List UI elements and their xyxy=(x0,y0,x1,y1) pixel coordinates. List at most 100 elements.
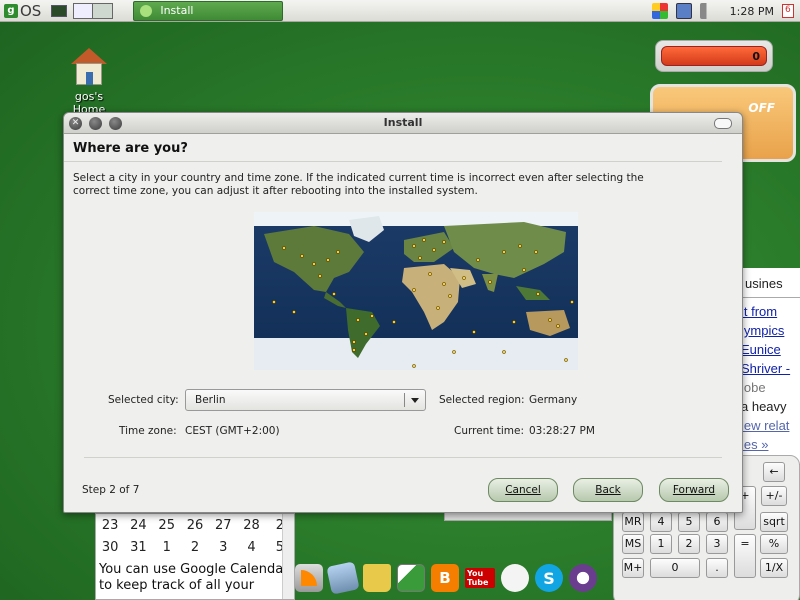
workspace-2[interactable] xyxy=(93,3,113,18)
calendar-day[interactable]: 24 xyxy=(124,518,152,533)
news-headline-line[interactable]: Eunice xyxy=(741,340,800,359)
calendar-day[interactable]: 25 xyxy=(153,518,181,533)
world-map[interactable] xyxy=(254,212,578,370)
calendar-widget: 23 24 25 26 27 28 2 30 31 1 2 3 4 5 You can use Goog… xyxy=(95,513,295,600)
window-title: Install xyxy=(383,116,423,129)
calendar-scrollbar[interactable] xyxy=(282,514,294,599)
notes-icon[interactable] xyxy=(782,4,794,18)
news-headline-line[interactable]: lympics xyxy=(741,321,800,340)
network-icon[interactable] xyxy=(675,3,692,19)
news-headline-line: lobe xyxy=(741,380,766,395)
shop-icon[interactable] xyxy=(363,564,391,592)
calendar-note-line: to keep track of all your xyxy=(99,578,255,593)
home-folder-icon[interactable]: gos's Home xyxy=(58,48,120,116)
calendar-day[interactable]: 27 xyxy=(209,518,237,533)
selected-city-label: Selected city: xyxy=(108,394,179,406)
calculator-key[interactable]: 3 xyxy=(706,534,728,554)
calculator-key[interactable]: 6 xyxy=(706,512,728,532)
forward-button[interactable]: Forward xyxy=(659,478,729,502)
calendar-week-row: 23 24 25 26 27 28 2 xyxy=(96,514,294,536)
g-logo-icon: g xyxy=(4,3,18,18)
volume-muted-icon[interactable] xyxy=(699,3,716,19)
calculator-key[interactable]: 2 xyxy=(678,534,700,554)
calendar-day[interactable]: 28 xyxy=(237,518,265,533)
back-button[interactable]: Back xyxy=(573,478,643,502)
calculator-key[interactable]: ← xyxy=(763,462,785,482)
calculator-key[interactable]: 1/X xyxy=(760,558,788,578)
calculator-key[interactable]: M+ xyxy=(622,558,644,578)
calendar-day[interactable]: 1 xyxy=(153,540,181,555)
selected-region-value: Germany xyxy=(529,394,578,406)
blogger-icon[interactable]: B xyxy=(431,564,459,592)
calculator-key[interactable]: . xyxy=(706,558,728,578)
youtube-label: You Tube xyxy=(465,568,495,588)
calendar-day[interactable]: 3 xyxy=(209,540,237,555)
calculator-key[interactable]: 1 xyxy=(650,534,672,554)
calculator-key[interactable]: sqrt xyxy=(760,512,788,532)
news-widget: usines it from lympics Eunice Shriver - lobe… xyxy=(736,268,800,464)
cancel-button[interactable]: Cancel xyxy=(488,478,558,502)
news-headline-line: a heavy xyxy=(741,399,787,414)
news-headline-line[interactable]: iew relat xyxy=(741,416,800,435)
openoffice-icon[interactable] xyxy=(569,564,597,592)
house-icon xyxy=(69,48,109,88)
calculator-key[interactable]: % xyxy=(760,534,788,554)
taskbar-install-label: Install xyxy=(160,4,194,17)
workspace-switcher[interactable] xyxy=(73,2,114,19)
install-icon xyxy=(140,4,153,17)
calendar-day[interactable]: 31 xyxy=(124,540,152,555)
current-time-value: 03:28:27 PM xyxy=(529,425,595,437)
current-time-label: Current time: xyxy=(454,425,525,437)
clock[interactable]: 1:28 PM xyxy=(730,5,774,18)
menu-label: OS xyxy=(20,1,42,20)
main-menu-button[interactable]: g OS xyxy=(0,0,45,22)
page-title: Where are you? xyxy=(73,141,188,156)
show-desktop-icon[interactable] xyxy=(51,4,68,17)
chat-icon[interactable] xyxy=(501,564,529,592)
calendar-note: You can use Google Calendar to keep trac… xyxy=(96,562,294,594)
skype-icon[interactable]: S xyxy=(535,564,563,592)
calendar-day[interactable]: 4 xyxy=(237,540,265,555)
taskbar-install-button[interactable]: Install xyxy=(133,0,284,21)
news-headline-line[interactable]: it from xyxy=(741,302,800,321)
calendar-day[interactable]: 2 xyxy=(181,540,209,555)
dock: B You Tube S xyxy=(295,558,597,598)
calendar-week-row: 30 31 1 2 3 4 5 xyxy=(96,536,294,558)
rss-icon[interactable] xyxy=(295,564,323,592)
roll-up-icon[interactable] xyxy=(714,118,732,129)
news-tab-business[interactable]: usines xyxy=(737,268,800,298)
news-icon[interactable] xyxy=(326,561,360,595)
calculator-key[interactable]: MR xyxy=(622,512,644,532)
chart-icon[interactable] xyxy=(397,564,425,592)
divider xyxy=(64,161,722,162)
calculator-key[interactable]: MS xyxy=(622,534,644,554)
calendar-day[interactable]: 26 xyxy=(181,518,209,533)
instructions-text: Select a city in your country and time z… xyxy=(73,172,644,197)
calendar-day[interactable]: 23 xyxy=(96,518,124,533)
meter-bar: 0 xyxy=(661,46,767,66)
windows-logo-icon[interactable] xyxy=(651,3,668,19)
divider xyxy=(84,457,722,458)
city-dropdown-value: Berlin xyxy=(195,394,226,406)
youtube-icon[interactable]: You Tube xyxy=(465,564,495,592)
chevron-down-icon xyxy=(411,398,419,403)
city-dropdown[interactable]: Berlin xyxy=(185,389,426,411)
news-headline-line[interactable]: les » xyxy=(741,435,800,454)
top-panel: g OS Install 1:28 PM xyxy=(0,0,800,22)
time-zone-label: Time zone: xyxy=(119,425,177,437)
selected-region-label: Selected region: xyxy=(439,394,525,406)
calendar-note-line: You can use Google Calendar xyxy=(99,562,289,577)
meter-value: 0 xyxy=(752,50,760,63)
workspace-1[interactable] xyxy=(74,3,94,18)
calculator-key[interactable]: +/- xyxy=(761,486,787,506)
install-window: ✕ Install Where are you? Select a city i… xyxy=(63,112,743,513)
news-headline-line[interactable]: Shriver - xyxy=(741,359,800,378)
window-titlebar[interactable]: ✕ Install xyxy=(64,113,742,134)
calculator-key[interactable]: = xyxy=(734,534,756,578)
calendar-day[interactable]: 30 xyxy=(96,540,124,555)
power-off-label: OFF xyxy=(748,101,775,115)
calculator-key[interactable]: 5 xyxy=(678,512,700,532)
calculator-key[interactable]: 4 xyxy=(650,512,672,532)
calculator-key[interactable]: 0 xyxy=(650,558,700,578)
meter-widget[interactable]: 0 xyxy=(655,40,773,72)
